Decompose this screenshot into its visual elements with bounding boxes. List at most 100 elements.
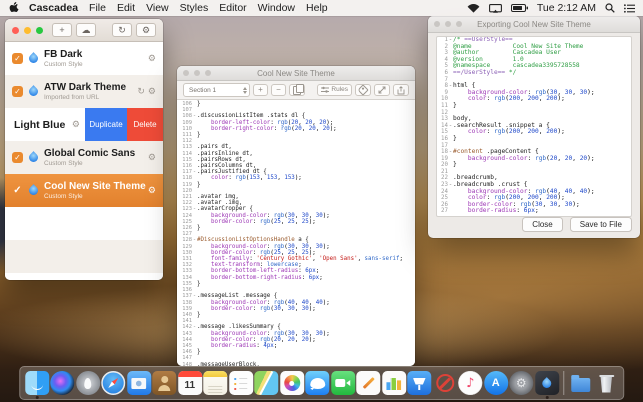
save-to-file-button[interactable]: Save to File bbox=[570, 217, 632, 232]
theme-row-fb-dark[interactable]: ✓ FB DarkCustom Style ⚙ bbox=[5, 42, 163, 75]
dock-icon-prohibited[interactable] bbox=[433, 371, 457, 395]
theme-enabled-checkbox[interactable]: ✓ bbox=[12, 86, 23, 97]
dock-icon-photos[interactable] bbox=[280, 371, 304, 395]
close-export-button[interactable]: Close bbox=[522, 217, 562, 232]
code-text: ==/UserStyle== */ bbox=[453, 70, 631, 77]
apple-menu-icon[interactable] bbox=[8, 2, 19, 14]
settings-button[interactable]: ⚙ bbox=[136, 23, 156, 37]
menu-view[interactable]: View bbox=[146, 2, 169, 14]
dock-icon-safari[interactable] bbox=[101, 371, 125, 395]
section-selector[interactable]: Section 1 bbox=[183, 83, 250, 97]
dock-icon-downloads[interactable] bbox=[569, 371, 593, 395]
sysprefs-glyph: ⚙ bbox=[516, 377, 527, 389]
theme-row-light-blue[interactable]: Light Blue ⚙ DuplicateDelete bbox=[5, 108, 163, 141]
code-line: 15 color: rgb(200, 200, 200); bbox=[437, 129, 631, 136]
dock-icon-keynote[interactable] bbox=[407, 371, 431, 395]
gear-icon[interactable]: ⚙ bbox=[148, 153, 156, 162]
duplicate-section-button[interactable] bbox=[289, 84, 305, 96]
dock-icon-contacts[interactable] bbox=[152, 371, 176, 395]
dock-icon-siri[interactable] bbox=[50, 371, 74, 395]
sync-icon[interactable]: ↻ bbox=[137, 87, 145, 96]
editor-window: Cool New Site Theme Section 1 + − Rules bbox=[177, 66, 415, 366]
dock-icon-finder[interactable] bbox=[25, 371, 49, 395]
line-number: 7 bbox=[437, 77, 448, 84]
theme-row-global-comic-sans[interactable]: ✓ Global Comic SansCustom Style ⚙ bbox=[5, 141, 163, 174]
dock-icon-cascadea[interactable] bbox=[535, 371, 559, 395]
dock-icon-messages[interactable] bbox=[305, 371, 329, 395]
dock-icon-itunes[interactable]: ♪ bbox=[458, 371, 482, 395]
contacts-glyph bbox=[161, 376, 168, 383]
theme-enabled-checkbox[interactable]: ✓ bbox=[12, 53, 23, 64]
traffic-lights bbox=[12, 27, 43, 34]
theme-labels: Global Comic SansCustom Style bbox=[44, 148, 143, 167]
dock-icon-maps[interactable] bbox=[254, 371, 278, 395]
duplicate-button[interactable]: Duplicate bbox=[85, 108, 127, 141]
share-button[interactable] bbox=[393, 84, 409, 96]
dock-icon-appstore[interactable]: A bbox=[484, 371, 508, 395]
menu-edit[interactable]: Edit bbox=[117, 2, 135, 14]
battery-icon[interactable] bbox=[511, 4, 528, 12]
tag-button[interactable] bbox=[355, 84, 371, 96]
rules-button[interactable]: Rules bbox=[317, 84, 352, 96]
theme-enabled-checkbox[interactable]: ✓ bbox=[12, 152, 23, 163]
gear-icon[interactable]: ⚙ bbox=[148, 54, 156, 63]
dock-icon-sysprefs[interactable]: ⚙ bbox=[509, 371, 533, 395]
gear-icon[interactable]: ⚙ bbox=[72, 120, 80, 129]
theme-subtitle: Imported from URL bbox=[44, 94, 132, 101]
gear-icon[interactable]: ⚙ bbox=[148, 186, 156, 195]
downloads-glyph bbox=[571, 378, 590, 392]
theme-row-atw-dark-theme[interactable]: ✓ ATW Dark ThemeImported from URL ↻⚙ bbox=[5, 75, 163, 108]
search-icon[interactable] bbox=[605, 3, 615, 13]
expand-button[interactable] bbox=[374, 84, 390, 96]
menu-window[interactable]: Window bbox=[258, 2, 295, 14]
dock-icon-notes[interactable] bbox=[203, 371, 227, 395]
calendar-detail: 11 bbox=[184, 381, 195, 391]
refresh-button[interactable]: ↻ bbox=[112, 23, 132, 37]
theme-row-cool-new-site-theme[interactable]: ✓Cool New Site ThemeCustom Style⚙ bbox=[5, 174, 163, 207]
close-button[interactable] bbox=[12, 27, 19, 34]
display-mirroring-icon[interactable] bbox=[489, 4, 502, 13]
gear-icon[interactable]: ⚙ bbox=[148, 87, 156, 96]
line-number: 12 bbox=[437, 110, 448, 117]
import-from-url-button[interactable]: ☁ bbox=[76, 23, 96, 37]
dock-icon-calendar[interactable]: 11 bbox=[178, 371, 202, 395]
dock-icon-launchpad[interactable] bbox=[76, 371, 100, 395]
minimize-button[interactable] bbox=[445, 21, 451, 27]
menu-app-name[interactable]: Cascadea bbox=[29, 2, 78, 14]
theme-row-actions: ⚙ bbox=[148, 153, 156, 162]
theme-subtitle: Custom Style bbox=[44, 193, 143, 200]
minimize-button[interactable] bbox=[24, 27, 31, 34]
delete-button[interactable]: Delete bbox=[127, 108, 163, 141]
menu-styles[interactable]: Styles bbox=[180, 2, 209, 14]
remove-section-button[interactable]: − bbox=[271, 84, 286, 96]
menu-editor[interactable]: Editor bbox=[219, 2, 246, 14]
menu-file[interactable]: File bbox=[89, 2, 106, 14]
theme-title-wrap: Light Blue bbox=[5, 119, 67, 131]
editor-toolbar: Section 1 + − Rules bbox=[177, 81, 415, 100]
menubar-status-area: Tue 2:12 AM bbox=[467, 2, 635, 14]
dock-icon-facetime[interactable] bbox=[331, 371, 355, 395]
zoom-button[interactable] bbox=[36, 27, 43, 34]
menubar-clock[interactable]: Tue 2:12 AM bbox=[537, 2, 596, 14]
dock-icon-numbers[interactable] bbox=[382, 371, 406, 395]
close-button[interactable] bbox=[183, 70, 189, 76]
zoom-button[interactable] bbox=[205, 70, 211, 76]
menu-help[interactable]: Help bbox=[306, 2, 328, 14]
notification-list-icon[interactable] bbox=[624, 4, 635, 13]
add-theme-button[interactable]: + bbox=[52, 23, 72, 37]
zoom-button[interactable] bbox=[456, 21, 462, 27]
theme-title: ATW Dark Theme bbox=[44, 82, 132, 93]
dock-icon-pages[interactable] bbox=[356, 371, 380, 395]
line-number: 15 bbox=[437, 129, 448, 136]
add-section-button[interactable]: + bbox=[253, 84, 268, 96]
minimize-button[interactable] bbox=[194, 70, 200, 76]
theme-title: Light Blue bbox=[14, 119, 65, 131]
theme-labels: FB DarkCustom Style bbox=[44, 49, 143, 68]
dock-icon-trash[interactable] bbox=[594, 371, 618, 395]
theme-enabled-checkbox[interactable]: ✓ bbox=[12, 185, 23, 196]
dock-icon-reminders[interactable] bbox=[229, 371, 253, 395]
close-button[interactable] bbox=[434, 21, 440, 27]
editor-code-area[interactable]: 106 }107 108-.discussionListItem .stats … bbox=[177, 100, 415, 366]
dock-icon-mail[interactable] bbox=[127, 371, 151, 395]
wifi-icon[interactable] bbox=[467, 4, 480, 13]
